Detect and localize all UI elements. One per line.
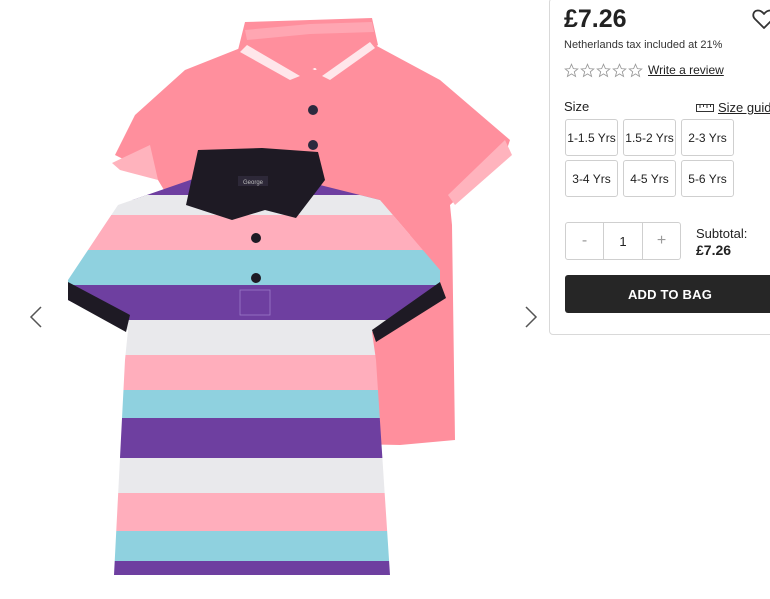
star-outline-icon: [564, 63, 579, 78]
star-outline-icon: [612, 63, 627, 78]
ruler-icon: [696, 103, 714, 112]
star-outline-icon: [580, 63, 595, 78]
size-guide-label: Size guid: [718, 100, 770, 115]
wishlist-button[interactable]: [752, 8, 770, 35]
write-review-link[interactable]: Write a review: [648, 63, 724, 77]
star-outline-icon: [596, 63, 611, 78]
quantity-increase-button[interactable]: +: [643, 223, 680, 259]
quantity-stepper: - 1 +: [565, 222, 681, 260]
size-option[interactable]: 1-1.5 Yrs: [565, 119, 618, 156]
subtotal-amount: £7.26: [696, 242, 732, 258]
collar-tag-text: George: [243, 180, 264, 186]
chevron-right-icon: [525, 306, 538, 328]
size-option[interactable]: 1.5-2 Yrs: [623, 119, 676, 156]
quantity-value[interactable]: 1: [603, 223, 643, 259]
size-option[interactable]: 5-6 Yrs: [681, 160, 734, 197]
product-purchase-panel: £7.26 Netherlands tax included at 21% Wr…: [549, 0, 770, 335]
subtotal: Subtotal: £7.26: [696, 225, 747, 259]
size-guide-link[interactable]: Size guid: [696, 100, 770, 115]
size-option[interactable]: 2-3 Yrs: [681, 119, 734, 156]
size-label: Size: [564, 99, 590, 114]
quantity-decrease-button[interactable]: -: [566, 223, 603, 259]
star-outline-icon: [628, 63, 643, 78]
tax-note: Netherlands tax included at 21%: [564, 39, 723, 51]
product-image: George: [68, 18, 512, 575]
product-price: £7.26: [564, 5, 627, 33]
size-option[interactable]: 3-4 Yrs: [565, 160, 618, 197]
subtotal-label: Subtotal:: [696, 226, 748, 241]
product-gallery: George: [0, 0, 550, 599]
rating-stars[interactable]: [564, 63, 643, 78]
next-image-button[interactable]: [519, 300, 543, 334]
heart-icon: [752, 9, 770, 29]
add-to-bag-button[interactable]: ADD TO BAG: [565, 275, 770, 313]
size-option[interactable]: 4-5 Yrs: [623, 160, 676, 197]
